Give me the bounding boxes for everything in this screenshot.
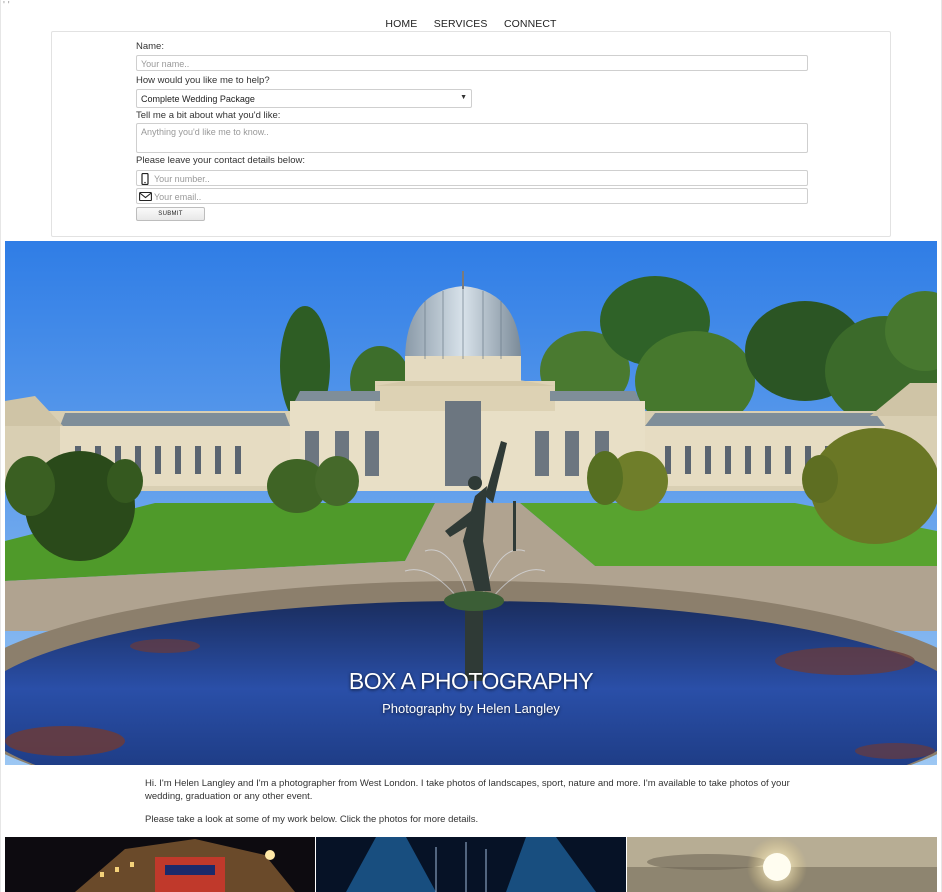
email-placeholder: Your email..: [154, 192, 202, 202]
hero-banner: BOX A PHOTOGRAPHY Photography by Helen L…: [5, 241, 937, 765]
email-input[interactable]: Your email..: [136, 188, 808, 204]
name-input[interactable]: Your name..: [136, 55, 808, 71]
number-input[interactable]: Your number..: [136, 170, 808, 186]
gallery-photo-theatre[interactable]: [5, 837, 315, 892]
intro-paragraph: Hi. I'm Helen Langley and I'm a photogra…: [145, 778, 790, 802]
help-select[interactable]: Complete Wedding Package ▼: [136, 89, 472, 108]
nav-services-link[interactable]: SERVICES: [434, 18, 488, 30]
nav-connect-link[interactable]: CONNECT: [504, 18, 557, 30]
photo-gallery: [5, 837, 937, 892]
gallery-photo-stage[interactable]: [316, 837, 626, 892]
contact-label: Please leave your contact details below:: [136, 155, 305, 166]
intro-text: Hi. I'm Helen Langley and I'm a photogra…: [145, 778, 795, 838]
page-border: [0, 0, 1, 892]
phone-icon: [139, 172, 151, 186]
chevron-down-icon: ▼: [460, 94, 467, 101]
about-placeholder: Anything you'd like me to know..: [141, 127, 269, 137]
hero-title: BOX A PHOTOGRAPHY: [348, 668, 594, 694]
intro-paragraph: Please take a look at some of my work be…: [145, 814, 479, 825]
gallery-photo-sunset[interactable]: [627, 837, 937, 892]
number-placeholder: Your number..: [154, 174, 210, 184]
help-label: How would you like me to help?: [136, 75, 270, 86]
contact-form: Name: Your name.. How would you like me …: [51, 31, 891, 237]
name-label: Name:: [136, 41, 164, 52]
about-textarea[interactable]: Anything you'd like me to know..: [136, 123, 808, 153]
name-placeholder: Your name..: [141, 59, 190, 69]
submit-button[interactable]: SUBMIT: [136, 207, 205, 221]
top-nav: HOME SERVICES CONNECT: [0, 14, 942, 32]
nav-home-link[interactable]: HOME: [385, 18, 417, 30]
help-selected-value: Complete Wedding Package: [141, 94, 255, 104]
corner-mark: ' ': [3, 0, 10, 11]
envelope-icon: [139, 191, 152, 202]
about-label: Tell me a bit about what you'd like:: [136, 110, 281, 121]
hero-subtitle: Photography by Helen Langley: [382, 701, 560, 716]
page: ' ' HOME SERVICES CONNECT Name: Your nam…: [0, 0, 942, 892]
